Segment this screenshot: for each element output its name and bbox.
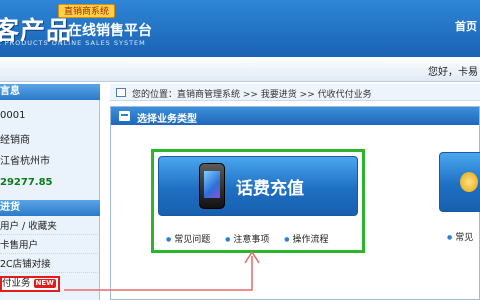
logo-tag: 直销商系统 [58, 4, 116, 18]
coin-icon [460, 172, 478, 192]
sidebar-item-shop-link[interactable]: 2C店铺对接 [0, 257, 98, 273]
account-balance: 29277.85 [0, 177, 53, 188]
phone-screen [204, 171, 220, 198]
account-type: 经销商 [0, 135, 30, 146]
greeting-bar: 您好，卡易 [0, 57, 480, 82]
mobile-recharge-card: 话费充值 常见问题 注意事项 操作流程 [151, 149, 365, 253]
platform-title: 在线销售平台 [68, 23, 152, 39]
sidebar: 言息 0001 经销商 江省杭州市 29277.85 进货 用户 / 收藏夹 卡… [0, 84, 100, 300]
top-header: 客产品 直销商系统 在线销售平台 L PRODUCTS ONLINE SALES… [0, 0, 480, 57]
second-faq-link[interactable]: 常见 [447, 230, 473, 243]
sidebar-info-header: 言息 [0, 84, 100, 100]
breadcrumb-text: 您的位置：直销商管理系统 >> 我要进货 >> 代收代付业务 [132, 90, 372, 100]
mobile-recharge-label: 话费充值 [236, 179, 304, 199]
mobile-recharge-button[interactable]: 话费充值 [158, 156, 358, 216]
account-id: 0001 [0, 110, 26, 121]
sidebar-item-payment-service[interactable]: 付业务 NEW [0, 276, 60, 292]
breadcrumb: 您的位置：直销商管理系统 >> 我要进货 >> 代收代付业务 [110, 84, 480, 101]
panel-title: 选择业务类型 [137, 114, 197, 125]
logo-subtitle: L PRODUCTS ONLINE SALES SYSTEM [0, 39, 146, 47]
notes-link[interactable]: 注意事项 [225, 232, 269, 245]
panel-header: 选择业务类型 [111, 107, 479, 125]
panel-icon [119, 111, 130, 121]
new-badge: NEW [33, 279, 56, 288]
sidebar-item-users[interactable]: 用户 / 收藏夹 [0, 219, 98, 235]
phone-icon [199, 163, 225, 209]
card-links: 常见问题 注意事项 操作流程 [166, 232, 341, 245]
home-link[interactable]: 首页 [455, 18, 477, 34]
account-location: 江省杭州市 [0, 156, 50, 167]
user-greeting: 您好，卡易 [428, 67, 478, 78]
faq-link[interactable]: 常见问题 [166, 232, 210, 245]
page: 客产品 直销商系统 在线销售平台 L PRODUCTS ONLINE SALES… [0, 0, 480, 300]
sidebar-menu-header: 进货 [0, 200, 100, 216]
sidebar-item-card-users[interactable]: 卡售用户 [0, 238, 98, 254]
sidebar-item-label: 付业务 [2, 278, 31, 289]
home-icon [116, 88, 126, 97]
second-business-button[interactable] [439, 152, 480, 212]
process-link[interactable]: 操作流程 [284, 232, 329, 245]
business-type-panel: 选择业务类型 话费充值 常见问题 注意事项 操作流程 常见 [110, 106, 480, 300]
